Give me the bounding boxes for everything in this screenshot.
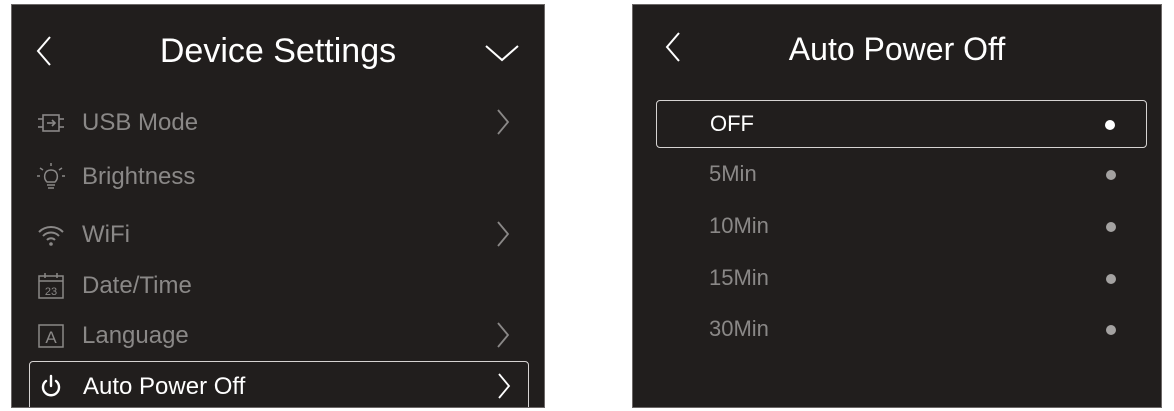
- chevron-right-icon: [497, 221, 510, 247]
- option-label: 30Min: [709, 316, 769, 341]
- option-off[interactable]: OFF: [656, 100, 1147, 148]
- option-label: OFF: [710, 111, 754, 136]
- option-label: 15Min: [709, 265, 769, 290]
- menu-item-wifi[interactable]: WiFi: [12, 210, 544, 260]
- chevron-right-icon: [497, 109, 510, 135]
- chevron-right-icon: [498, 373, 511, 399]
- option-10min[interactable]: 10Min: [633, 203, 1161, 251]
- page-title: Auto Power Off: [788, 31, 1006, 67]
- option-label: 5Min: [709, 161, 757, 186]
- calendar-icon-text: 23: [45, 286, 57, 298]
- menu-item-auto-power-off[interactable]: Auto Power Off: [29, 361, 529, 407]
- menu-item-label: USB Mode: [82, 109, 199, 136]
- radio-dot: [1106, 170, 1116, 180]
- chevron-down-icon[interactable]: [484, 43, 520, 63]
- wifi-icon: [38, 226, 64, 246]
- option-label: 10Min: [709, 213, 769, 238]
- auto-power-off-header: Auto Power Off: [633, 5, 1161, 93]
- menu-item-brightness[interactable]: Brightness: [12, 152, 544, 202]
- page-title: Device Settings: [159, 32, 397, 70]
- menu-item-label: Language: [82, 322, 189, 349]
- menu-item-label: WiFi: [82, 221, 130, 248]
- selected-radio-dot: [1105, 120, 1115, 130]
- chevron-right-icon: [497, 322, 510, 348]
- calendar-icon: 23: [38, 273, 64, 299]
- menu-item-language[interactable]: A Language: [12, 311, 544, 361]
- language-icon-text: A: [45, 328, 57, 347]
- menu-item-label: Auto Power Off: [83, 373, 246, 400]
- menu-item-label: Brightness: [82, 163, 196, 190]
- auto-power-off-screen: Auto Power Off OFF 5Min 10Min 15Min 30Mi…: [632, 4, 1162, 408]
- power-icon: [41, 374, 61, 397]
- radio-dot: [1106, 325, 1116, 335]
- radio-dot: [1106, 222, 1116, 232]
- device-settings-screen: Device Settings USB Mode Brightness WiFi…: [11, 4, 545, 408]
- option-15min[interactable]: 15Min: [633, 255, 1161, 303]
- option-30min[interactable]: 30Min: [633, 306, 1161, 354]
- usb-mode-icon: [38, 114, 64, 132]
- language-icon: A: [38, 324, 64, 348]
- device-settings-header: Device Settings: [12, 5, 544, 93]
- menu-item-date-time[interactable]: 23 Date/Time: [12, 261, 544, 311]
- menu-item-label: Date/Time: [82, 272, 192, 299]
- option-5min[interactable]: 5Min: [633, 151, 1161, 199]
- menu-item-usb-mode[interactable]: USB Mode: [12, 98, 544, 148]
- radio-dot: [1106, 274, 1116, 284]
- brightness-icon: [37, 163, 65, 189]
